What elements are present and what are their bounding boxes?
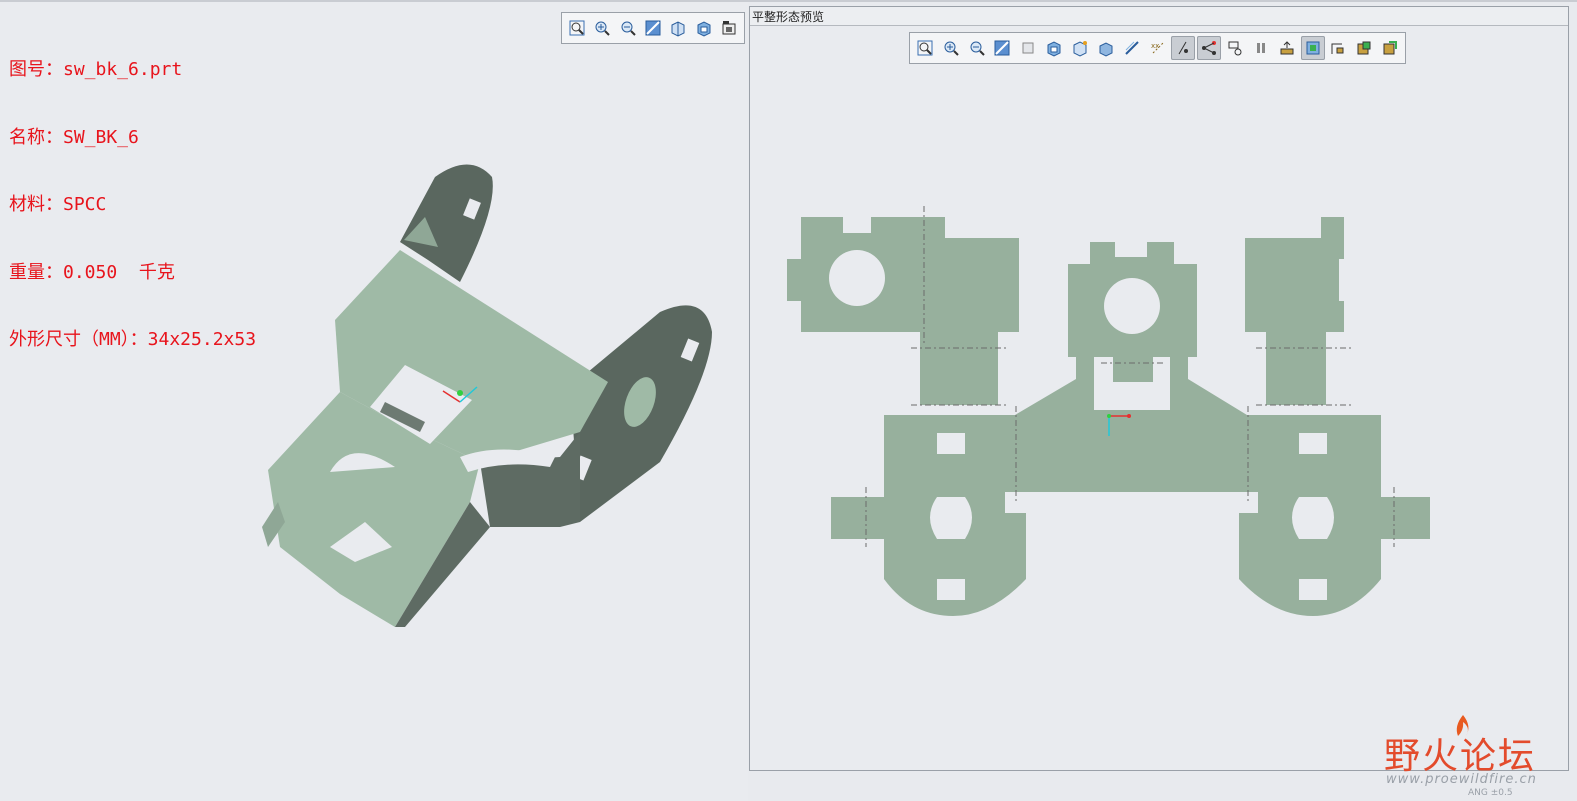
- flat-right-bottom-lobe: [1239, 415, 1430, 616]
- repaint-icon: [645, 20, 661, 36]
- watermark-url: www.proewildfire.cn: [1386, 772, 1537, 787]
- material-line: 材料：SPCC: [9, 194, 107, 215]
- part-number-line: 图号：sw_bk_6.prt: [9, 59, 183, 80]
- view-orientation-icon: [671, 21, 685, 37]
- flat-left-top-tab: [787, 217, 1019, 405]
- saved-views-button[interactable]: [692, 16, 715, 40]
- display-style-button[interactable]: [718, 16, 741, 40]
- weight-line: 重量：0.050 千克: [9, 261, 175, 283]
- zoom-out-icon: [621, 21, 636, 36]
- repaint-button[interactable]: [641, 16, 664, 40]
- dimensions-line: 外形尺寸（MM）：34x25.2x53: [9, 329, 257, 350]
- watermark-dim-text: ANG ±0.5: [1468, 788, 1513, 798]
- zoom-in-icon: [595, 21, 610, 36]
- display-style-icon: [722, 21, 736, 35]
- saved-views-icon: [697, 21, 711, 37]
- forum-watermark: 野火论坛 www.proewildfire.cn ANG ±0.5: [1384, 715, 1564, 798]
- flat-pattern-drawing[interactable]: [750, 7, 1568, 770]
- view-orientation-button[interactable]: [667, 16, 690, 40]
- zoom-in-button[interactable]: [590, 16, 613, 40]
- part-name-line: 名称：SW_BK_6: [9, 126, 139, 148]
- model-3d-viewport[interactable]: 图号：sw_bk_6.prt 名称：SW_BK_6 材料：SPCC 重量：0.0…: [0, 2, 748, 801]
- part-info-block: 图号：sw_bk_6.prt 名称：SW_BK_6 材料：SPCC 重量：0.0…: [9, 14, 256, 397]
- flat-right-top-tab: [1245, 217, 1344, 405]
- sheet-metal-3d-model[interactable]: [250, 152, 730, 642]
- flat-pattern-preview-panel[interactable]: 平整形态预览 xx: [749, 6, 1569, 771]
- view-toolbar: [561, 12, 745, 44]
- zoom-out-button[interactable]: [616, 16, 639, 40]
- zoom-fit-icon: [569, 20, 585, 36]
- flat-left-bottom-lobe: [831, 415, 1026, 616]
- zoom-fit-button[interactable]: [565, 16, 588, 40]
